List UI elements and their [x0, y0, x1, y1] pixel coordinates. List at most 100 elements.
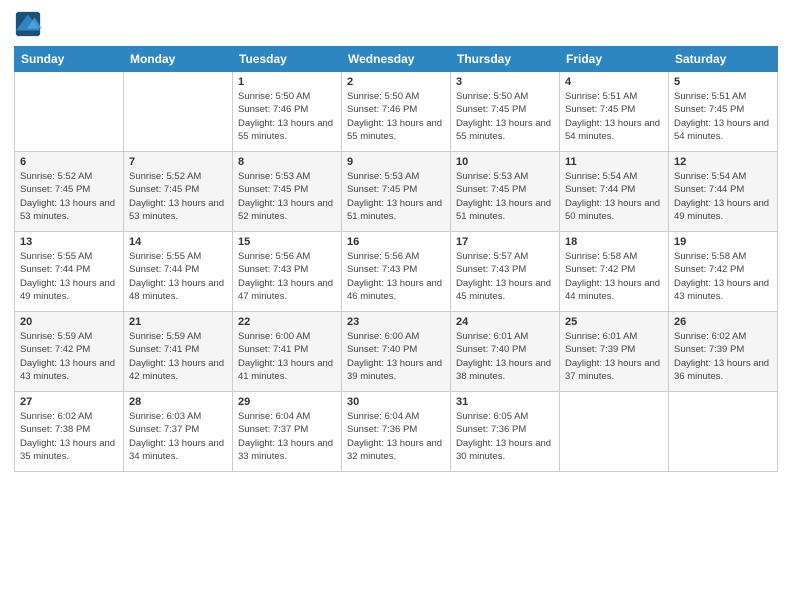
- day-info: Sunrise: 6:00 AM Sunset: 7:40 PM Dayligh…: [347, 330, 445, 383]
- day-info: Sunrise: 6:04 AM Sunset: 7:37 PM Dayligh…: [238, 410, 336, 463]
- day-info: Sunrise: 5:54 AM Sunset: 7:44 PM Dayligh…: [674, 170, 772, 223]
- day-info: Sunrise: 5:50 AM Sunset: 7:46 PM Dayligh…: [347, 90, 445, 143]
- calendar-cell: 11 Sunrise: 5:54 AM Sunset: 7:44 PM Dayli…: [560, 152, 669, 232]
- day-number: 11: [565, 156, 663, 168]
- calendar-cell: [560, 392, 669, 472]
- day-info: Sunrise: 5:56 AM Sunset: 7:43 PM Dayligh…: [347, 250, 445, 303]
- day-number: 5: [674, 76, 772, 88]
- day-number: 13: [20, 236, 118, 248]
- day-info: Sunrise: 5:59 AM Sunset: 7:41 PM Dayligh…: [129, 330, 227, 383]
- day-info: Sunrise: 6:02 AM Sunset: 7:38 PM Dayligh…: [20, 410, 118, 463]
- day-info: Sunrise: 5:52 AM Sunset: 7:45 PM Dayligh…: [129, 170, 227, 223]
- day-number: 18: [565, 236, 663, 248]
- day-info: Sunrise: 5:51 AM Sunset: 7:45 PM Dayligh…: [674, 90, 772, 143]
- col-header-sunday: Sunday: [15, 47, 124, 72]
- calendar-cell: 5 Sunrise: 5:51 AM Sunset: 7:45 PM Daylig…: [669, 72, 778, 152]
- day-number: 8: [238, 156, 336, 168]
- calendar-week-3: 13 Sunrise: 5:55 AM Sunset: 7:44 PM Dayli…: [15, 232, 778, 312]
- calendar-cell: 12 Sunrise: 5:54 AM Sunset: 7:44 PM Dayli…: [669, 152, 778, 232]
- day-number: 24: [456, 316, 554, 328]
- day-number: 1: [238, 76, 336, 88]
- calendar-cell: 8 Sunrise: 5:53 AM Sunset: 7:45 PM Daylig…: [233, 152, 342, 232]
- day-info: Sunrise: 6:02 AM Sunset: 7:39 PM Dayligh…: [674, 330, 772, 383]
- header: [14, 10, 778, 38]
- day-info: Sunrise: 5:57 AM Sunset: 7:43 PM Dayligh…: [456, 250, 554, 303]
- day-number: 25: [565, 316, 663, 328]
- day-number: 23: [347, 316, 445, 328]
- calendar-cell: [669, 392, 778, 472]
- day-info: Sunrise: 5:55 AM Sunset: 7:44 PM Dayligh…: [129, 250, 227, 303]
- calendar-cell: 15 Sunrise: 5:56 AM Sunset: 7:43 PM Dayli…: [233, 232, 342, 312]
- calendar-cell: 19 Sunrise: 5:58 AM Sunset: 7:42 PM Dayli…: [669, 232, 778, 312]
- day-number: 14: [129, 236, 227, 248]
- day-number: 4: [565, 76, 663, 88]
- day-number: 2: [347, 76, 445, 88]
- col-header-thursday: Thursday: [451, 47, 560, 72]
- calendar-cell: 28Sunrise: 6:03 AM Sunset: 7:37 PM Dayli…: [124, 392, 233, 472]
- day-number: 9: [347, 156, 445, 168]
- day-info: Sunrise: 5:56 AM Sunset: 7:43 PM Dayligh…: [238, 250, 336, 303]
- day-number: 3: [456, 76, 554, 88]
- day-info: Sunrise: 6:05 AM Sunset: 7:36 PM Dayligh…: [456, 410, 554, 463]
- calendar-week-1: 1 Sunrise: 5:50 AM Sunset: 7:46 PM Daylig…: [15, 72, 778, 152]
- day-number: 6: [20, 156, 118, 168]
- day-number: 29: [238, 396, 336, 408]
- day-info: Sunrise: 6:03 AM Sunset: 7:37 PM Dayligh…: [129, 410, 227, 463]
- calendar-cell: 25Sunrise: 6:01 AM Sunset: 7:39 PM Dayli…: [560, 312, 669, 392]
- calendar-cell: 27Sunrise: 6:02 AM Sunset: 7:38 PM Dayli…: [15, 392, 124, 472]
- calendar-cell: 3 Sunrise: 5:50 AM Sunset: 7:45 PM Daylig…: [451, 72, 560, 152]
- calendar-cell: 21 Sunrise: 5:59 AM Sunset: 7:41 PM Dayli…: [124, 312, 233, 392]
- day-info: Sunrise: 5:55 AM Sunset: 7:44 PM Dayligh…: [20, 250, 118, 303]
- calendar-cell: 30 Sunrise: 6:04 AM Sunset: 7:36 PM Dayli…: [342, 392, 451, 472]
- day-info: Sunrise: 5:58 AM Sunset: 7:42 PM Dayligh…: [565, 250, 663, 303]
- calendar-table: SundayMondayTuesdayWednesdayThursdayFrid…: [14, 46, 778, 472]
- col-header-wednesday: Wednesday: [342, 47, 451, 72]
- calendar-week-4: 20 Sunrise: 5:59 AM Sunset: 7:42 PM Dayli…: [15, 312, 778, 392]
- day-info: Sunrise: 5:53 AM Sunset: 7:45 PM Dayligh…: [456, 170, 554, 223]
- calendar-cell: 31 Sunrise: 6:05 AM Sunset: 7:36 PM Dayli…: [451, 392, 560, 472]
- calendar-cell: 7Sunrise: 5:52 AM Sunset: 7:45 PM Daylig…: [124, 152, 233, 232]
- calendar-cell: 20 Sunrise: 5:59 AM Sunset: 7:42 PM Dayli…: [15, 312, 124, 392]
- day-number: 16: [347, 236, 445, 248]
- calendar-cell: 22 Sunrise: 6:00 AM Sunset: 7:41 PM Dayli…: [233, 312, 342, 392]
- day-number: 19: [674, 236, 772, 248]
- day-number: 15: [238, 236, 336, 248]
- calendar-cell: 26Sunrise: 6:02 AM Sunset: 7:39 PM Dayli…: [669, 312, 778, 392]
- day-info: Sunrise: 5:59 AM Sunset: 7:42 PM Dayligh…: [20, 330, 118, 383]
- day-number: 22: [238, 316, 336, 328]
- day-info: Sunrise: 5:52 AM Sunset: 7:45 PM Dayligh…: [20, 170, 118, 223]
- calendar-cell: 16 Sunrise: 5:56 AM Sunset: 7:43 PM Dayli…: [342, 232, 451, 312]
- calendar-week-5: 27Sunrise: 6:02 AM Sunset: 7:38 PM Dayli…: [15, 392, 778, 472]
- calendar-cell: 6 Sunrise: 5:52 AM Sunset: 7:45 PM Daylig…: [15, 152, 124, 232]
- day-info: Sunrise: 5:50 AM Sunset: 7:45 PM Dayligh…: [456, 90, 554, 143]
- day-info: Sunrise: 5:58 AM Sunset: 7:42 PM Dayligh…: [674, 250, 772, 303]
- calendar-week-2: 6 Sunrise: 5:52 AM Sunset: 7:45 PM Daylig…: [15, 152, 778, 232]
- calendar-cell: 10Sunrise: 5:53 AM Sunset: 7:45 PM Dayli…: [451, 152, 560, 232]
- calendar-cell: 24Sunrise: 6:01 AM Sunset: 7:40 PM Dayli…: [451, 312, 560, 392]
- day-info: Sunrise: 5:54 AM Sunset: 7:44 PM Dayligh…: [565, 170, 663, 223]
- logo: [14, 10, 48, 38]
- day-number: 31: [456, 396, 554, 408]
- day-number: 12: [674, 156, 772, 168]
- day-info: Sunrise: 5:51 AM Sunset: 7:45 PM Dayligh…: [565, 90, 663, 143]
- calendar-cell: 9Sunrise: 5:53 AM Sunset: 7:45 PM Daylig…: [342, 152, 451, 232]
- day-number: 21: [129, 316, 227, 328]
- day-info: Sunrise: 5:50 AM Sunset: 7:46 PM Dayligh…: [238, 90, 336, 143]
- calendar-cell: 2 Sunrise: 5:50 AM Sunset: 7:46 PM Daylig…: [342, 72, 451, 152]
- day-info: Sunrise: 6:04 AM Sunset: 7:36 PM Dayligh…: [347, 410, 445, 463]
- calendar-cell: 18 Sunrise: 5:58 AM Sunset: 7:42 PM Dayli…: [560, 232, 669, 312]
- calendar-cell: 23 Sunrise: 6:00 AM Sunset: 7:40 PM Dayli…: [342, 312, 451, 392]
- day-info: Sunrise: 6:00 AM Sunset: 7:41 PM Dayligh…: [238, 330, 336, 383]
- day-number: 20: [20, 316, 118, 328]
- col-header-tuesday: Tuesday: [233, 47, 342, 72]
- day-info: Sunrise: 5:53 AM Sunset: 7:45 PM Dayligh…: [238, 170, 336, 223]
- calendar-cell: 29 Sunrise: 6:04 AM Sunset: 7:37 PM Dayli…: [233, 392, 342, 472]
- day-number: 30: [347, 396, 445, 408]
- calendar-cell: [15, 72, 124, 152]
- col-header-friday: Friday: [560, 47, 669, 72]
- calendar-cell: 17 Sunrise: 5:57 AM Sunset: 7:43 PM Dayli…: [451, 232, 560, 312]
- calendar-cell: 1 Sunrise: 5:50 AM Sunset: 7:46 PM Daylig…: [233, 72, 342, 152]
- day-number: 17: [456, 236, 554, 248]
- col-header-monday: Monday: [124, 47, 233, 72]
- calendar-cell: 13 Sunrise: 5:55 AM Sunset: 7:44 PM Dayli…: [15, 232, 124, 312]
